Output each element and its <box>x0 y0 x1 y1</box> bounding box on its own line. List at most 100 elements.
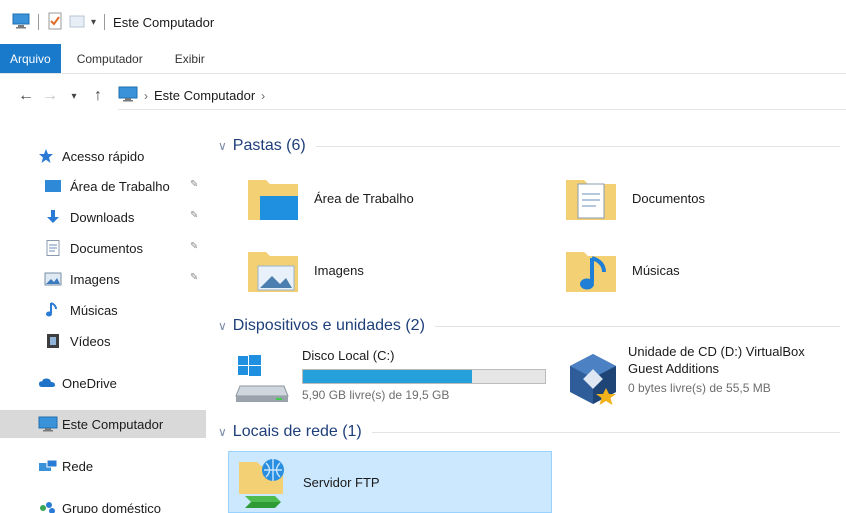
documents-folder-icon <box>562 170 620 228</box>
content-pane: ∨ Pastas (6) Área de Trabalho Documentos… <box>212 132 846 513</box>
folder-name: Documentos <box>632 190 705 206</box>
forward-arrow-icon[interactable]: → <box>38 84 62 108</box>
pin-icon[interactable]: ✎ <box>190 241 198 252</box>
drive-name: Disco Local (C:) <box>302 348 395 363</box>
folder-name: Músicas <box>632 262 680 278</box>
window-title: Este Computador <box>113 14 215 30</box>
sidebar-item-downloads[interactable]: Downloads ✎ <box>0 203 206 231</box>
breadcrumb-separator-icon[interactable]: › <box>144 89 148 103</box>
sidebar-item-label: Grupo doméstico <box>62 500 161 513</box>
tab-arquivo[interactable]: Arquivo <box>0 44 61 73</box>
network-location-ftp-server[interactable]: Servidor FTP <box>228 451 552 513</box>
group-header-network[interactable]: ∨ Locais de rede (1) <box>218 420 840 444</box>
drive-free-space: 0 bytes livre(s) de 55,5 MB <box>628 381 771 395</box>
computer-icon <box>118 86 138 105</box>
back-arrow-icon[interactable]: ← <box>14 84 38 108</box>
desktop-icon <box>44 178 62 194</box>
navigation-pane: Acesso rápido Área de Trabalho ✎ Downloa… <box>0 132 210 513</box>
group-title: Dispositivos e unidades (2) <box>232 317 425 334</box>
address-bar[interactable]: › Este Computador › <box>118 82 846 110</box>
disk-usage-fill <box>303 370 473 383</box>
breadcrumb-location[interactable]: Este Computador <box>154 88 255 103</box>
pin-icon[interactable]: ✎ <box>190 179 198 190</box>
sidebar-item-label: Este Computador <box>62 416 164 432</box>
pin-icon[interactable]: ✎ <box>190 272 198 283</box>
sidebar-item-pictures[interactable]: Imagens ✎ <box>0 265 206 293</box>
group-divider <box>371 431 840 433</box>
tab-exibir[interactable]: Exibir <box>159 44 221 73</box>
sidebar-item-network[interactable]: Rede <box>0 452 206 480</box>
up-arrow-icon[interactable]: ↑ <box>86 84 110 108</box>
sidebar-item-label: Rede <box>62 458 94 474</box>
folder-tile-documents[interactable]: Documentos <box>542 166 842 230</box>
homegroup-icon <box>38 500 56 513</box>
chevron-down-icon[interactable]: ∨ <box>218 139 227 153</box>
new-folder-icon[interactable] <box>69 13 85 32</box>
customize-toolbar-chevron-icon[interactable]: ▾ <box>91 17 96 28</box>
chevron-down-icon[interactable]: ∨ <box>218 319 227 333</box>
group-header-folders[interactable]: ∨ Pastas (6) <box>218 134 840 158</box>
group-header-devices[interactable]: ∨ Dispositivos e unidades (2) <box>218 314 840 338</box>
sidebar-item-label: Imagens <box>70 271 120 287</box>
cloud-icon <box>38 375 56 391</box>
network-folder-icon <box>235 454 293 512</box>
drive-name-line1: Unidade de CD (D:) VirtualBox <box>628 344 805 359</box>
folder-tile-desktop[interactable]: Área de Trabalho <box>224 166 544 230</box>
drive-tile-local-disk[interactable]: Disco Local (C:) 5,90 GB livre(s) de 19,… <box>212 342 552 412</box>
breadcrumb-separator-icon[interactable]: › <box>261 89 265 103</box>
sidebar-item-homegroup[interactable]: Grupo doméstico <box>0 494 206 513</box>
sidebar-item-label: OneDrive <box>62 375 117 391</box>
sidebar-item-this-pc[interactable]: Este Computador <box>0 410 206 438</box>
sidebar-item-documents[interactable]: Documentos ✎ <box>0 234 206 262</box>
folder-tile-music[interactable]: Músicas <box>542 238 842 302</box>
computer-icon[interactable] <box>12 13 30 32</box>
sidebar-item-videos[interactable]: Vídeos <box>0 327 206 355</box>
sidebar-item-quick-access[interactable]: Acesso rápido <box>0 142 206 170</box>
virtualbox-cd-icon <box>564 350 622 408</box>
sidebar-item-label: Vídeos <box>70 333 111 349</box>
sidebar-item-label: Músicas <box>70 302 118 318</box>
group-divider <box>315 145 840 147</box>
title-bar: ▾ Este Computador <box>0 0 846 44</box>
picture-icon <box>44 271 62 287</box>
star-icon <box>38 148 56 164</box>
drive-name-line2: Guest Additions <box>628 361 720 376</box>
music-folder-icon <box>562 242 620 300</box>
folder-name: Imagens <box>314 262 364 278</box>
chevron-down-icon[interactable]: ∨ <box>218 425 227 439</box>
film-icon <box>44 333 62 349</box>
tab-computador[interactable]: Computador <box>61 44 159 73</box>
ribbon-tabs: Arquivo Computador Exibir <box>0 44 846 74</box>
drive-free-space: 5,90 GB livre(s) de 19,5 GB <box>302 388 450 402</box>
network-location-name: Servidor FTP <box>303 474 380 490</box>
toolbar-separator <box>38 14 39 30</box>
group-title: Pastas (6) <box>232 137 306 154</box>
download-arrow-icon <box>44 209 62 225</box>
quick-access-toolbar: ▾ <box>12 12 107 33</box>
group-divider <box>434 325 840 327</box>
music-note-icon <box>44 302 62 318</box>
document-icon <box>44 240 62 256</box>
windows-drive-icon <box>234 350 290 406</box>
sidebar-item-music[interactable]: Músicas <box>0 296 206 324</box>
properties-icon[interactable] <box>47 12 63 33</box>
folder-name: Área de Trabalho <box>314 190 414 206</box>
toolbar-separator <box>104 14 106 30</box>
group-title: Locais de rede (1) <box>232 423 362 440</box>
sidebar-item-label: Downloads <box>70 209 135 225</box>
sidebar-item-label: Acesso rápido <box>62 148 145 164</box>
recent-locations-chevron-icon[interactable]: ▾ <box>62 84 86 108</box>
drive-tile-cd[interactable]: Unidade de CD (D:) VirtualBox Guest Addi… <box>552 342 846 412</box>
sidebar-item-onedrive[interactable]: OneDrive <box>0 369 206 397</box>
computer-icon <box>38 416 58 432</box>
disk-usage-bar <box>302 369 546 384</box>
folder-tile-pictures[interactable]: Imagens <box>224 238 544 302</box>
sidebar-item-label: Documentos <box>70 240 143 256</box>
desktop-folder-icon <box>244 170 302 228</box>
pictures-folder-icon <box>244 242 302 300</box>
navigation-bar: ← → ▾ ↑ › Este Computador › <box>0 76 846 116</box>
network-icon <box>38 458 58 474</box>
sidebar-item-label: Área de Trabalho <box>70 178 170 194</box>
pin-icon[interactable]: ✎ <box>190 210 198 221</box>
sidebar-item-desktop[interactable]: Área de Trabalho ✎ <box>0 172 206 200</box>
